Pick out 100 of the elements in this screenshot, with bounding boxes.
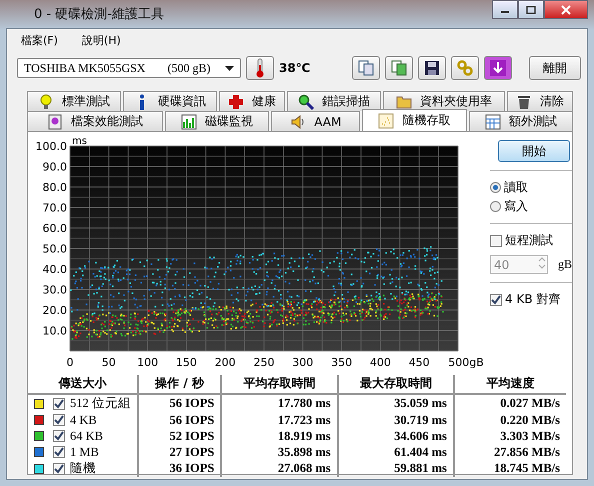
- axis-label: 300: [292, 356, 314, 368]
- table-cell: 27.856 MB/s: [494, 444, 560, 458]
- table-cell: 56 IOPS: [169, 396, 214, 410]
- copy-icon: [358, 60, 374, 76]
- plus-icon: [228, 94, 244, 110]
- axis-label: 60.0: [42, 222, 67, 235]
- caret-icon: [225, 66, 234, 70]
- tab[interactable]: 磁碟監視: [164, 111, 270, 131]
- axis-unit: ms: [72, 136, 87, 147]
- axis-label: 40.0: [42, 263, 67, 276]
- column-header: 平均速度: [454, 375, 566, 394]
- download-button[interactable]: [484, 56, 512, 80]
- speaker-icon: [290, 114, 306, 130]
- table-cell: 512 位元組: [70, 395, 131, 412]
- checkbox[interactable]: [53, 446, 65, 458]
- copy-button[interactable]: [352, 56, 380, 80]
- tab[interactable]: 錯誤掃描: [287, 91, 381, 111]
- axis-label: 350: [331, 356, 352, 368]
- save-icon: [424, 60, 440, 76]
- table-cell: 0.220 MB/s: [500, 412, 560, 426]
- table-cell: 18.919 ms: [278, 428, 331, 442]
- axis-label: 80.0: [42, 181, 67, 194]
- tab[interactable]: 硬碟資訊: [123, 91, 217, 111]
- axis-label: 450: [408, 356, 430, 368]
- exit-button[interactable]: 離開: [529, 56, 581, 80]
- chain-button[interactable]: [451, 56, 479, 80]
- chain-icon: [457, 60, 473, 76]
- close-icon: [561, 4, 571, 14]
- table-cell: 4 KB: [70, 412, 97, 428]
- axis-label: 100.0: [36, 140, 67, 153]
- tab[interactable]: 健康: [219, 91, 285, 111]
- table-cell: 1 MB: [70, 444, 99, 460]
- checkbox[interactable]: [53, 462, 65, 474]
- table-cell: 0.027 MB/s: [500, 396, 560, 410]
- table-cell: 3.303 MB/s: [500, 428, 560, 442]
- table-cell: 18.745 MB/s: [494, 461, 560, 475]
- column-header: 傳送大小: [28, 375, 138, 394]
- axis-label: 90.0: [42, 160, 67, 174]
- down-arrow-icon: [490, 60, 506, 76]
- maximize-icon: [526, 6, 536, 14]
- thermometer-icon: [255, 58, 265, 78]
- table-cell: 17.723 ms: [278, 412, 331, 426]
- tab[interactable]: AAM: [271, 111, 360, 131]
- radio-option[interactable]: 寫入: [490, 198, 572, 215]
- start-button[interactable]: 開始: [498, 140, 570, 162]
- checkbox[interactable]: [53, 398, 65, 410]
- close-button[interactable]: [544, 0, 588, 19]
- minimize-button[interactable]: [492, 0, 518, 19]
- tab[interactable]: 清除: [507, 91, 573, 111]
- search-icon: [298, 94, 314, 110]
- axis-label: 250: [254, 356, 274, 368]
- tab[interactable]: 資料夾使用率: [383, 91, 505, 111]
- axis-label: 200: [214, 356, 236, 368]
- axis-label: 150: [176, 356, 197, 368]
- axis-label: 0: [66, 356, 74, 368]
- table-cell: 64 KB: [70, 428, 103, 444]
- maximize-button[interactable]: [518, 0, 544, 19]
- table-cell: 52 IOPS: [169, 428, 214, 442]
- menu-item[interactable]: 檔案(F): [21, 32, 58, 48]
- checkbox[interactable]: [53, 414, 65, 426]
- tab[interactable]: 標準測試: [27, 91, 121, 111]
- table-cell: 隨機: [70, 460, 96, 477]
- scatter-icon: [378, 112, 394, 128]
- tab[interactable]: 額外測試: [468, 111, 573, 131]
- tab[interactable]: 隨機存取: [362, 109, 467, 131]
- table-cell: 27 IOPS: [169, 444, 214, 458]
- table-cell: 36 IOPS: [169, 461, 214, 475]
- axis-label: 20.0: [42, 304, 67, 317]
- axis-label: 50.0: [42, 242, 67, 256]
- drive-dropdown[interactable]: TOSHIBA MK5055GSX (500 gB): [17, 58, 241, 78]
- tab[interactable]: 檔案效能測試: [27, 111, 163, 131]
- temperature-reading: 38℃: [279, 61, 310, 75]
- document-icon: [46, 114, 63, 130]
- axis-label: 50: [102, 356, 116, 368]
- axis-label: 100: [137, 356, 158, 368]
- checkbox-option[interactable]: 短程測試: [490, 232, 572, 249]
- save-button[interactable]: [418, 56, 446, 80]
- axis-label: 400: [370, 356, 391, 368]
- menu-item[interactable]: 說明(H): [82, 32, 121, 48]
- unit-label: gB: [558, 257, 572, 272]
- column-header: 最大存取時間: [338, 375, 454, 394]
- table-cell: 30.719 ms: [394, 412, 447, 426]
- table-cell: 17.780 ms: [278, 396, 331, 410]
- copy-button[interactable]: [385, 56, 413, 80]
- axis-label: 10.0: [42, 324, 67, 338]
- axis-label: 30.0: [42, 284, 67, 296]
- table-cell: 34.606 ms: [394, 428, 447, 442]
- copy-icon: [391, 60, 407, 76]
- window-title: 0 - 硬碟檢測-維護工具: [33, 6, 165, 23]
- temperature-button[interactable]: [246, 56, 274, 80]
- table-cell: 35.059 ms: [394, 396, 447, 410]
- checkmark-icon: [491, 294, 501, 304]
- checkbox-option[interactable]: 4 KB 對齊: [490, 291, 572, 308]
- axis-label: 500gB: [448, 356, 484, 368]
- column-header: 平均存取時間: [221, 375, 338, 394]
- table-cell: 56 IOPS: [169, 412, 214, 426]
- radio-option[interactable]: 讀取: [490, 179, 572, 196]
- table-cell: 59.881 ms: [394, 461, 447, 475]
- table-cell: 27.068 ms: [278, 461, 331, 475]
- checkbox[interactable]: [53, 430, 65, 442]
